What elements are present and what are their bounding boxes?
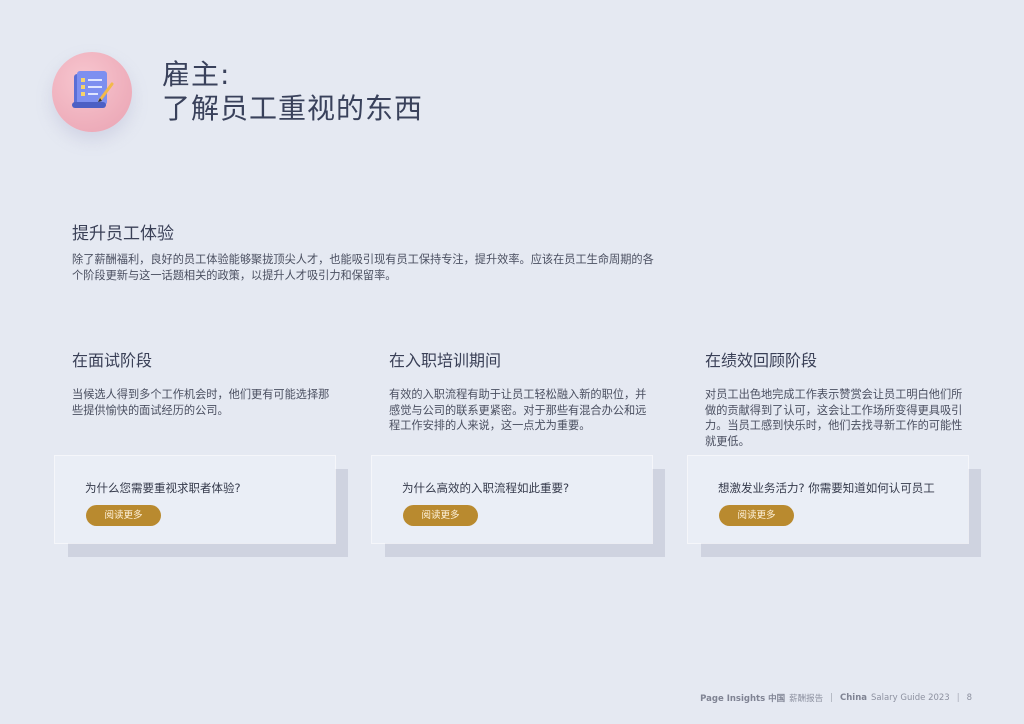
card-interview: 为什么您需要重视求职者体验? 阅读更多 (55, 456, 335, 543)
checklist-scroll-icon (52, 52, 132, 132)
footer-report: 薪酬报告 (789, 694, 824, 704)
column-heading: 在绩效回顾阶段 (705, 351, 818, 370)
footer-separator: | (830, 693, 833, 703)
card-question: 为什么您需要重视求职者体验? (85, 481, 241, 495)
page-number: 8 (966, 693, 972, 703)
column-body: 有效的入职流程有助于让员工轻松融入新的职位，并感觉与公司的联系更紧密。对于那些有… (389, 388, 647, 432)
page: 雇主: 了解员工重视的东西 提升员工体验 除了薪酬福利，良好的员工体验能够聚拢顶… (0, 0, 1024, 724)
footer-guide-strong: China (840, 693, 867, 703)
footer-guide: Salary Guide 2023 (871, 693, 950, 703)
card-performance: 想激发业务活力? 你需要知道如何认可员工 阅读更多 (688, 456, 968, 543)
footer-brand: Page Insights 中国 (700, 694, 786, 704)
footer-separator: | (956, 693, 960, 703)
column-heading: 在入职培训期间 (389, 351, 502, 370)
column-onboarding: 在入职培训期间 有效的入职流程有助于让员工轻松融入新的职位，并感觉与公司的联系更… (389, 347, 651, 434)
column-heading: 在面试阶段 (72, 351, 153, 370)
page-title-line2: 了解员工重视的东西 (162, 92, 424, 125)
read-more-button[interactable]: 阅读更多 (719, 505, 794, 526)
intro-heading: 提升员工体验 (72, 224, 174, 244)
card-onboarding: 为什么高效的入职流程如此重要? 阅读更多 (372, 456, 652, 543)
intro-body: 除了薪酬福利，良好的员工体验能够聚拢顶尖人才，也能吸引现有员工保持专注，提升效率… (72, 253, 654, 282)
page-footer: Page Insights 中国 薪酬报告 | China Salary Gui… (700, 692, 972, 704)
column-body: 对员工出色地完成工作表示赞赏会让员工明白他们所做的贡献得到了认可，这会让工作场所… (705, 388, 963, 448)
card-question: 为什么高效的入职流程如此重要? (402, 481, 570, 495)
column-interview: 在面试阶段 当候选人得到多个工作机会时，他们更有可能选择那些提供愉快的面试经历的… (72, 347, 334, 418)
read-more-button[interactable]: 阅读更多 (86, 505, 161, 526)
page-title-line1: 雇主: (162, 58, 231, 91)
column-performance: 在绩效回顾阶段 对员工出色地完成工作表示赞赏会让员工明白他们所做的贡献得到了认可… (705, 347, 967, 449)
page-title: 雇主: 了解员工重视的东西 (162, 58, 423, 126)
read-more-button[interactable]: 阅读更多 (403, 505, 478, 526)
column-body: 当候选人得到多个工作机会时，他们更有可能选择那些提供愉快的面试经历的公司。 (72, 388, 330, 417)
card-question: 想激发业务活力? 你需要知道如何认可员工 (718, 481, 935, 495)
